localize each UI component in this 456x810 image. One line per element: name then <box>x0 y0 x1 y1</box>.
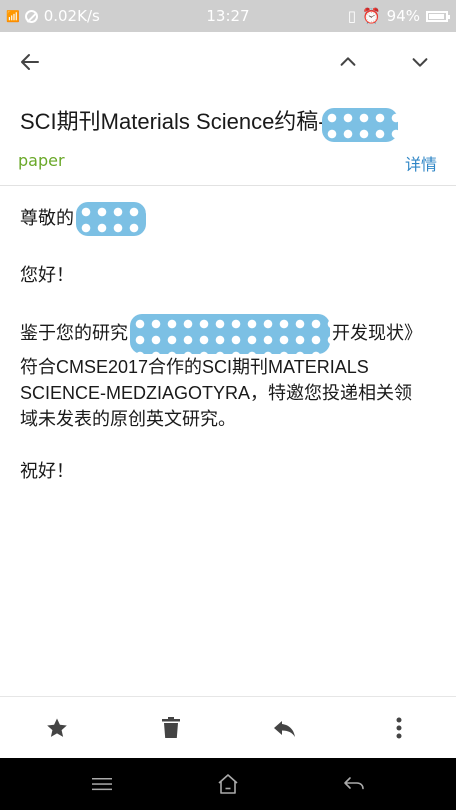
reply-button[interactable] <box>268 711 302 745</box>
menu-nav-button[interactable] <box>86 770 118 798</box>
back-icon <box>344 777 364 790</box>
email-label-tag[interactable]: paper <box>18 151 65 170</box>
battery-icon <box>426 10 450 22</box>
back-button[interactable] <box>12 44 48 80</box>
home-nav-button[interactable] <box>212 770 244 798</box>
vibrate-icon: ▯ <box>347 7 356 25</box>
star-icon <box>47 718 67 737</box>
status-bar: 📶 0.02K/s 13:27 ▯ ⏰ 94% <box>0 0 456 32</box>
menu-icon <box>92 778 112 791</box>
redacted-recipient-name <box>76 202 146 236</box>
system-navigation-bar <box>0 758 456 810</box>
status-right: ▯ ⏰ 94% <box>347 7 450 25</box>
greeting-line: 尊敬的 <box>20 202 420 236</box>
subject-row: SCI期刊Materials Science约稿- <box>20 104 446 144</box>
email-subject: SCI期刊Materials Science约稿- <box>20 109 326 134</box>
chevron-down-icon <box>412 58 428 67</box>
redacted-research-topic <box>130 314 330 354</box>
main-paragraph: 鉴于您的研究 开发现状》符合CMSE2017合作的SCI期刊MATERIALS S… <box>20 314 420 432</box>
delete-button[interactable] <box>154 711 188 745</box>
trash-icon <box>162 717 180 738</box>
hello-line: 您好！ <box>20 265 74 285</box>
redacted-subject <box>321 107 398 142</box>
arrow-left-icon <box>21 54 39 70</box>
next-email-button[interactable] <box>402 44 438 80</box>
paragraph-part1: 鉴于您的研究 <box>20 322 128 343</box>
star-button[interactable] <box>40 711 74 745</box>
alarm-icon: ⏰ <box>361 7 381 25</box>
email-body: 尊敬的 您好！ 鉴于您的研究 开发现状》符合CMSE2017合作的SCI期刊MAT… <box>20 202 420 484</box>
reply-icon <box>274 721 295 737</box>
action-bar <box>0 696 456 759</box>
app-bar <box>0 32 456 92</box>
greeting-text: 尊敬的 <box>20 207 74 228</box>
closing-line: 祝好！ <box>20 461 74 481</box>
more-vertical-icon <box>396 717 402 739</box>
header-divider <box>0 185 456 186</box>
more-options-button[interactable] <box>382 711 416 745</box>
battery-percent: 94% <box>386 7 420 25</box>
chevron-up-icon <box>340 57 356 66</box>
details-link[interactable]: 详情 <box>405 151 437 175</box>
back-nav-button[interactable] <box>338 770 370 798</box>
home-icon <box>218 774 238 794</box>
previous-email-button[interactable] <box>330 44 366 80</box>
